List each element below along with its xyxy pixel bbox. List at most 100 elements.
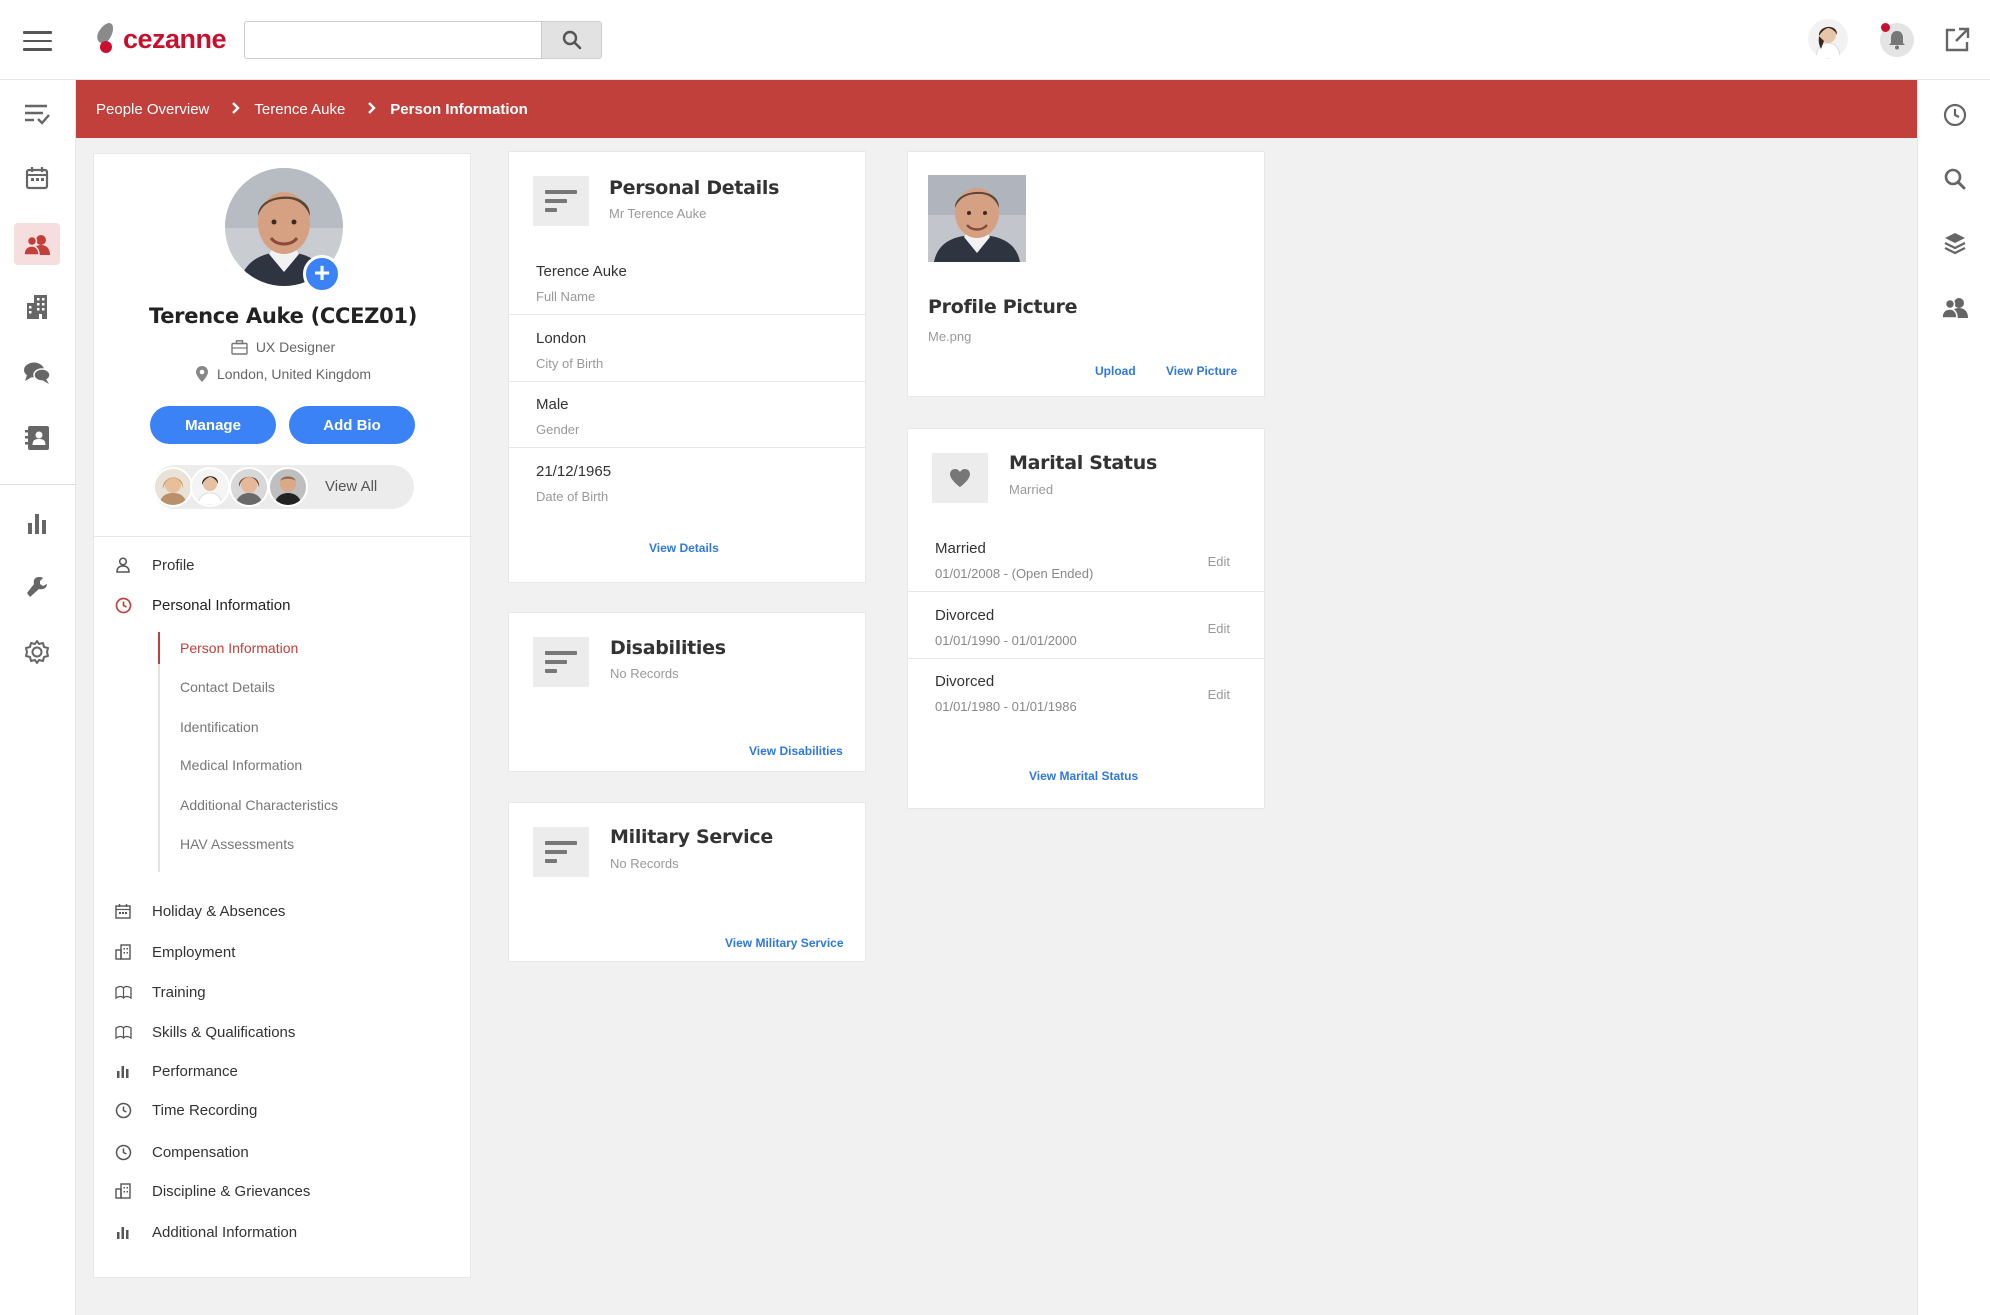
- card-title: Military Service: [610, 826, 773, 848]
- building-icon: [114, 943, 132, 961]
- personal-details-card: Personal Details Mr Terence Auke Terence…: [508, 151, 866, 583]
- nav-profile[interactable]: Profile: [94, 549, 472, 581]
- breadcrumb: People Overview Terence Auke Person Info…: [76, 80, 1917, 138]
- person-icon: [114, 556, 132, 574]
- popout-icon[interactable]: [1943, 26, 1971, 54]
- tasks-icon[interactable]: [18, 95, 56, 133]
- nav-holiday-absences[interactable]: Holiday & Absences: [94, 895, 472, 927]
- view-details-link[interactable]: View Details: [649, 541, 719, 555]
- team-avatar[interactable]: [229, 467, 269, 507]
- marital-status-card: Marital Status Married Married 01/01/200…: [907, 428, 1265, 809]
- nav-training[interactable]: Training: [94, 976, 472, 1008]
- edit-button[interactable]: Edit: [1208, 621, 1230, 636]
- search-input[interactable]: [245, 22, 541, 58]
- person-name: Terence Auke (CCEZ01): [148, 304, 417, 328]
- nav-label: Performance: [152, 1062, 238, 1080]
- add-bio-button[interactable]: Add Bio: [289, 406, 415, 444]
- user-avatar[interactable]: [1808, 19, 1848, 59]
- subnav-additional-characteristics[interactable]: Additional Characteristics: [180, 797, 338, 813]
- chart-icon: [114, 1223, 132, 1241]
- view-military-service-link[interactable]: View Military Service: [725, 936, 844, 950]
- building-icon[interactable]: [18, 288, 56, 326]
- add-photo-button[interactable]: +: [303, 255, 341, 293]
- breadcrumb-current: Person Information: [390, 100, 528, 118]
- settings-gear-icon[interactable]: [18, 633, 56, 671]
- nav-label: Skills & Qualifications: [152, 1023, 296, 1041]
- team-avatar[interactable]: [190, 467, 230, 507]
- job-title: UX Designer: [255, 339, 336, 355]
- manage-button[interactable]: Manage: [150, 406, 276, 444]
- team-avatar[interactable]: [268, 467, 308, 507]
- subnav-contact-details[interactable]: Contact Details: [180, 679, 275, 695]
- gender-value: Male: [536, 396, 569, 413]
- top-bar: cezanne: [0, 0, 1990, 80]
- gender-label: Gender: [536, 422, 580, 437]
- marital-status-value: Divorced: [935, 607, 995, 624]
- nav-discipline-grievances[interactable]: Discipline & Grievances: [94, 1175, 472, 1207]
- book-icon: [114, 1023, 132, 1041]
- team-avatar[interactable]: [153, 467, 193, 507]
- view-disabilities-link[interactable]: View Disabilities: [749, 744, 843, 758]
- nav-personal-information[interactable]: Personal Information: [94, 589, 472, 621]
- nav-performance[interactable]: Performance: [94, 1055, 472, 1087]
- contacts-icon[interactable]: [18, 419, 56, 457]
- building-icon: [114, 1182, 132, 1200]
- subnav-medical-information[interactable]: Medical Information: [180, 757, 302, 773]
- profile-picture-thumbnail: [928, 175, 1026, 262]
- subnav-hav-assessments[interactable]: HAV Assessments: [180, 836, 294, 852]
- search-icon[interactable]: [1936, 160, 1974, 198]
- full-name-value: Terence Auke: [536, 263, 627, 280]
- detail-row: Male Gender: [509, 382, 865, 448]
- breadcrumb-person[interactable]: Terence Auke: [254, 101, 345, 118]
- nav-label: Compensation: [152, 1143, 249, 1161]
- view-picture-link[interactable]: View Picture: [1166, 364, 1237, 378]
- date-of-birth-label: Date of Birth: [536, 489, 609, 504]
- nav-compensation[interactable]: Compensation: [94, 1136, 472, 1168]
- breadcrumb-people-overview[interactable]: People Overview: [96, 101, 209, 118]
- edit-button[interactable]: Edit: [1208, 687, 1230, 702]
- logo[interactable]: cezanne: [94, 20, 227, 57]
- subnav-active-indicator: [158, 632, 160, 664]
- search-icon: [562, 30, 581, 50]
- history-clock-icon[interactable]: [1936, 96, 1974, 134]
- calendar-icon[interactable]: [18, 159, 56, 197]
- wrench-icon[interactable]: [18, 568, 56, 606]
- nav-label: Profile: [152, 556, 195, 574]
- logo-mark-icon: [94, 20, 120, 57]
- nav-additional-information[interactable]: Additional Information: [94, 1216, 472, 1248]
- subnav-identification[interactable]: Identification: [180, 719, 259, 735]
- edit-button[interactable]: Edit: [1208, 554, 1230, 569]
- rail-divider: [0, 484, 76, 485]
- layers-icon[interactable]: [1936, 224, 1974, 262]
- menu-icon[interactable]: [23, 31, 52, 51]
- profile-panel: + Terence Auke (CCEZ01) UX Designer Lond…: [93, 153, 472, 1278]
- detail-row: London City of Birth: [509, 316, 865, 382]
- search-button[interactable]: [541, 22, 601, 58]
- nav-label: Time Recording: [152, 1101, 258, 1119]
- chat-icon[interactable]: [18, 354, 56, 392]
- nav-skills-qualifications[interactable]: Skills & Qualifications: [94, 1016, 472, 1048]
- card-title: Disabilities: [610, 637, 726, 659]
- upload-link[interactable]: Upload: [1095, 364, 1136, 378]
- date-of-birth-value: 21/12/1965: [536, 463, 612, 480]
- card-subtitle: No Records: [610, 666, 679, 681]
- heart-icon: [932, 453, 988, 503]
- view-marital-status-link[interactable]: View Marital Status: [1029, 769, 1138, 783]
- clock-icon: [114, 1143, 132, 1161]
- subnav-person-information[interactable]: Person Information: [180, 640, 298, 656]
- chart-icon: [114, 1062, 132, 1080]
- people-icon[interactable]: [14, 223, 60, 265]
- reports-icon[interactable]: [18, 504, 56, 542]
- people-icon[interactable]: [1936, 288, 1974, 326]
- clock-icon: [114, 596, 132, 614]
- city-of-birth-value: London: [536, 330, 587, 347]
- nav-time-recording[interactable]: Time Recording: [94, 1094, 472, 1126]
- notification-badge: [1881, 23, 1890, 32]
- marital-row: Divorced 01/01/1980 - 01/01/1986 Edit: [908, 659, 1264, 725]
- view-all-team-link[interactable]: View All: [325, 478, 377, 495]
- nav-employment[interactable]: Employment: [94, 936, 472, 968]
- card-subtitle: Mr Terence Auke: [609, 206, 707, 221]
- profile-divider: [94, 536, 472, 537]
- nav-label: Holiday & Absences: [152, 902, 286, 920]
- card-title: Marital Status: [1009, 452, 1157, 474]
